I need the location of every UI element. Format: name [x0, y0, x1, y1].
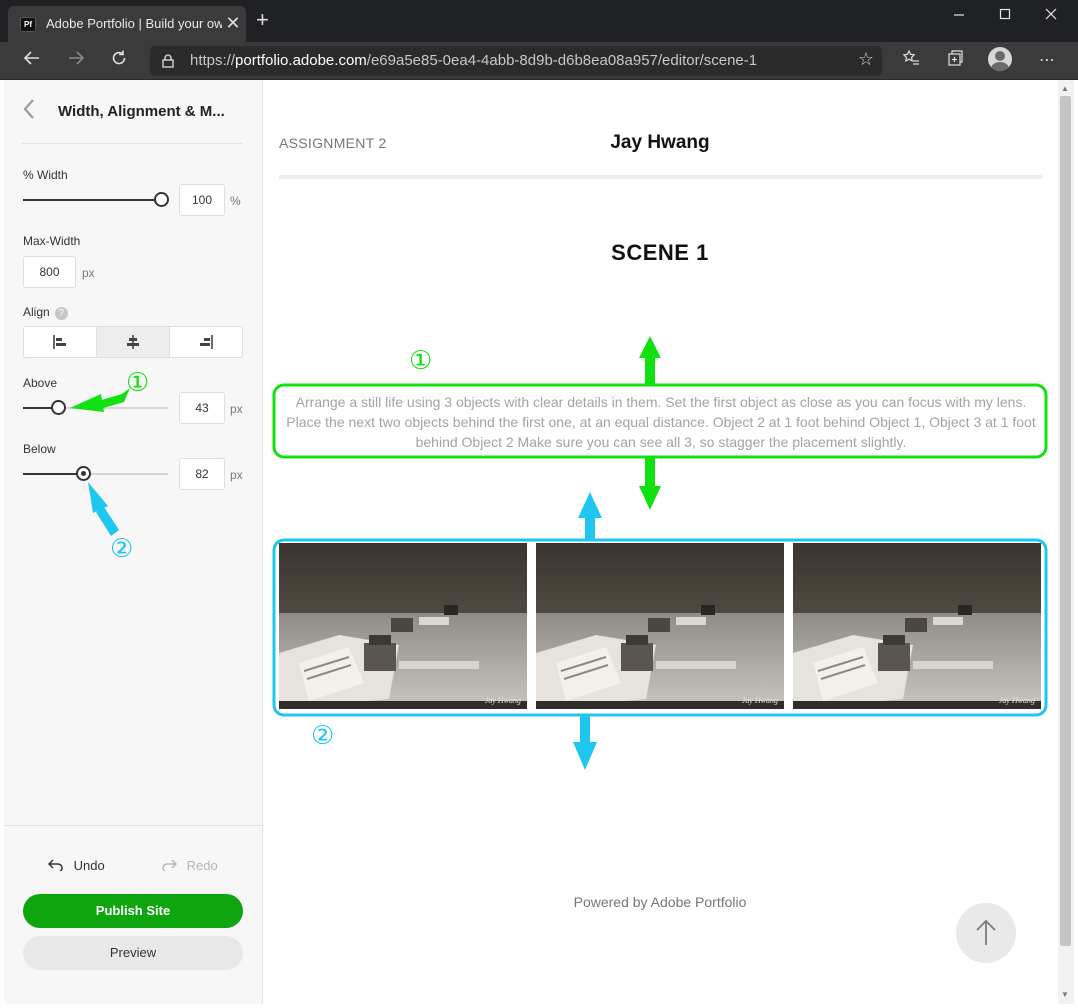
back-button[interactable] — [18, 48, 46, 74]
profile-avatar-icon[interactable] — [988, 47, 1012, 71]
arrow-up-icon — [976, 919, 996, 945]
redo-icon — [162, 859, 178, 873]
back-to-top-button[interactable] — [956, 903, 1016, 963]
max-width-unit: px — [82, 266, 95, 280]
undo-label: Undo — [73, 858, 105, 873]
page-title[interactable]: SCENE 1 — [560, 240, 760, 266]
arrow-right-icon — [69, 51, 85, 65]
align-right-icon — [200, 335, 213, 349]
width-label: % Width — [23, 168, 68, 182]
photo-grid[interactable]: Jay Hwang Jay Hwang Jay Hwang — [279, 543, 1041, 709]
below-slider-fill — [23, 473, 80, 475]
width-input[interactable] — [179, 184, 225, 216]
panel-footer-divider — [4, 825, 263, 826]
new-tab-button[interactable]: + — [256, 8, 269, 32]
powered-by-footer[interactable]: Powered by Adobe Portfolio — [500, 894, 820, 910]
publish-site-button[interactable]: Publish Site — [23, 894, 243, 928]
width-slider-handle[interactable] — [154, 192, 169, 207]
refresh-button[interactable] — [105, 48, 133, 74]
below-unit: px — [230, 468, 243, 482]
undo-icon — [47, 859, 63, 873]
photo-watermark: Jay Hwang — [999, 696, 1035, 705]
annotation-arrow-above — [639, 336, 661, 384]
scroll-up-arrow-icon[interactable]: ▲ — [1061, 84, 1069, 93]
above-input[interactable] — [179, 392, 225, 424]
width-unit: % — [230, 194, 241, 208]
below-slider-handle[interactable] — [76, 466, 91, 481]
maximize-icon — [999, 8, 1011, 20]
above-label: Above — [23, 376, 58, 390]
tab-title: Adobe Portfolio | Build your own — [46, 16, 222, 31]
browser-toolbar: https://portfolio.adobe.com/e69a5e85-0ea… — [0, 42, 1078, 80]
photo-watermark: Jay Hwang — [742, 696, 778, 705]
panel-divider — [22, 143, 242, 144]
browser-tab-active[interactable]: Pf Adobe Portfolio | Build your own ✕ — [8, 6, 246, 42]
url-text: https://portfolio.adobe.com/e69a5e85-0ea… — [190, 52, 758, 69]
minimize-window-button[interactable] — [936, 4, 982, 30]
maximize-window-button[interactable] — [982, 4, 1028, 30]
above-unit: px — [230, 402, 243, 416]
close-window-button[interactable] — [1028, 4, 1074, 30]
align-left-icon — [53, 335, 66, 349]
redo-button[interactable]: Redo — [161, 858, 218, 873]
address-bar[interactable]: https://portfolio.adobe.com/e69a5e85-0ea… — [150, 46, 882, 76]
annotation-arrow-photos-above — [578, 492, 602, 540]
preview-button[interactable]: Preview — [23, 936, 243, 970]
favorites-list-icon[interactable] — [898, 49, 924, 73]
photo-still-life-3[interactable]: Jay Hwang — [793, 543, 1041, 709]
above-slider-handle[interactable] — [51, 400, 66, 415]
collections-icon[interactable] — [942, 49, 968, 73]
annotation-number-1: ① — [409, 345, 433, 375]
align-left-button[interactable] — [24, 327, 97, 357]
align-center-button[interactable] — [97, 327, 170, 357]
panel-title: Width, Alignment & M... — [58, 103, 225, 120]
editor-settings-panel: Width, Alignment & M... % Width % Max-Wi… — [4, 80, 263, 1004]
favorite-star-icon[interactable]: ☆ — [858, 49, 874, 70]
more-menu-icon[interactable]: ⋯ — [1034, 49, 1060, 73]
annotation-number-2-panel: ② — [110, 533, 134, 563]
forward-button[interactable] — [62, 48, 90, 74]
lock-icon — [162, 54, 174, 68]
annotation-arrow-photos-below — [573, 716, 597, 770]
photo-watermark: Jay Hwang — [485, 696, 521, 705]
description-text-block[interactable]: Arrange a still life using 3 objects wit… — [278, 392, 1044, 452]
photo-still-life-2[interactable]: Jay Hwang — [536, 543, 784, 709]
below-input[interactable] — [179, 458, 225, 490]
scroll-down-arrow-icon[interactable]: ▼ — [1061, 990, 1069, 999]
width-slider-track[interactable] — [23, 199, 162, 201]
undo-button[interactable]: Undo — [47, 858, 105, 873]
annotation-arrow-below — [639, 458, 661, 510]
portfolio-favicon-icon: Pf — [20, 17, 36, 32]
align-center-icon — [127, 335, 139, 349]
redo-label: Redo — [186, 858, 218, 873]
browser-tab-bar: Pf Adobe Portfolio | Build your own ✕ + — [0, 0, 1078, 42]
site-title[interactable]: Jay Hwang — [560, 132, 760, 154]
below-label: Below — [23, 442, 56, 456]
refresh-icon — [112, 50, 126, 65]
max-width-input[interactable] — [23, 256, 76, 288]
annotation-number-2: ② — [311, 720, 335, 750]
help-icon[interactable]: ? — [54, 307, 68, 320]
close-window-icon — [1045, 8, 1057, 20]
arrow-left-icon — [23, 51, 39, 65]
minimize-icon — [954, 14, 964, 16]
photo-still-life-1[interactable]: Jay Hwang — [279, 543, 527, 709]
header-divider — [279, 175, 1042, 179]
tab-close-icon[interactable]: ✕ — [224, 12, 242, 34]
page-scrollbar-thumb[interactable] — [1060, 96, 1071, 946]
max-width-label: Max-Width — [23, 234, 81, 248]
annotation-number-1-panel: ① — [126, 367, 150, 397]
align-label: Align? — [23, 305, 68, 320]
site-nav-assignment-2[interactable]: ASSIGNMENT 2 — [279, 135, 387, 151]
align-right-button[interactable] — [170, 327, 242, 357]
align-button-group — [23, 326, 243, 358]
panel-back-chevron-icon[interactable] — [22, 98, 36, 124]
